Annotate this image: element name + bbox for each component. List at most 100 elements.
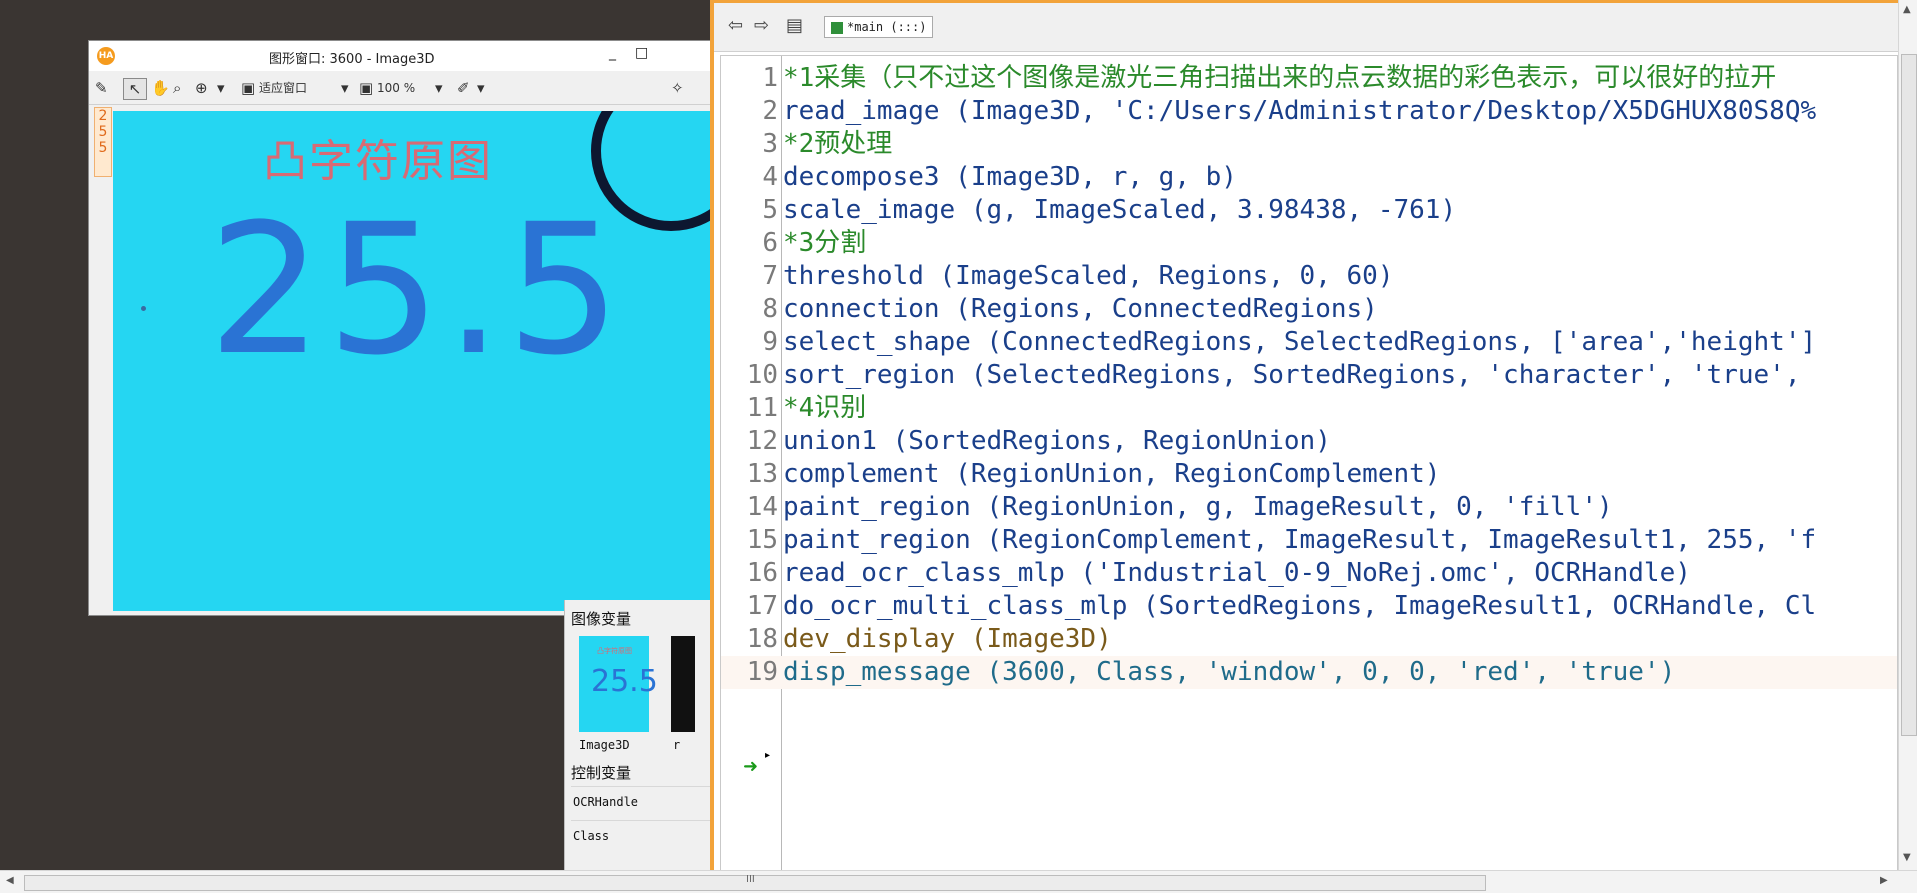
- canvas-digits: 25.5: [208, 186, 625, 395]
- vertical-scrollbar[interactable]: ▲ ▼: [1898, 0, 1917, 870]
- line-number: 2: [762, 96, 778, 126]
- horizontal-scroll-thumb[interactable]: [24, 875, 1486, 891]
- code-text: dev_display (Image3D): [783, 624, 1112, 654]
- minimize-button[interactable]: _: [609, 45, 616, 61]
- clipboard-icon[interactable]: ▤: [786, 15, 803, 36]
- control-var-row[interactable]: OCRHandle: [571, 786, 713, 817]
- maximize-button[interactable]: □: [635, 45, 648, 61]
- code-line[interactable]: 6 *3分割: [721, 227, 1897, 260]
- variables-panel: 图像变量 凸字符原图 25.5 Image3D r 控制变量 OCRHandle…: [564, 600, 713, 870]
- line-number: 7: [762, 261, 778, 291]
- image3d-thumbnail[interactable]: 凸字符原图 25.5: [579, 636, 658, 732]
- zoom-level-value[interactable]: 100 %: [377, 78, 415, 98]
- code-line[interactable]: 2 read_image (Image3D, 'C:/Users/Administ…: [721, 95, 1897, 128]
- code-text: scale_image (g, ImageScaled, 3.98438, -7…: [783, 195, 1457, 225]
- image-var-label: Image3D: [579, 738, 630, 752]
- code-text: sort_region (SelectedRegions, SortedRegi…: [783, 360, 1801, 390]
- code-line[interactable]: 7 threshold (ImageScaled, Regions, 0, 60): [721, 260, 1897, 293]
- fit-window-dropdown-icon[interactable]: ▾: [341, 78, 349, 98]
- tab-main[interactable]: *main (:::): [824, 16, 934, 38]
- code-line[interactable]: 4 decompose3 (Image3D, r, g, b): [721, 161, 1897, 194]
- line-number: 6: [762, 228, 778, 258]
- code-line-current[interactable]: 19 disp_message (3600, Class, 'window', 0…: [721, 656, 1897, 689]
- canvas-label: 凸字符原图: [263, 136, 493, 187]
- code-line[interactable]: 13 complement (RegionUnion, RegionComplem…: [721, 458, 1897, 491]
- code-line[interactable]: 18 dev_display (Image3D): [721, 623, 1897, 656]
- control-var-row[interactable]: Class: [571, 820, 713, 851]
- vertical-scroll-thumb[interactable]: [1901, 54, 1917, 736]
- pixel-value: 5: [98, 124, 108, 140]
- line-number: 11: [746, 393, 778, 423]
- line-number: 4: [762, 162, 778, 192]
- program-counter-arrow-icon: ➜: [743, 756, 759, 777]
- hand-pan-icon[interactable]: ✋: [151, 78, 170, 98]
- zoom-dropdown-icon[interactable]: ▾: [435, 78, 443, 98]
- code-text: *4识别: [783, 393, 867, 423]
- code-text: read_image (Image3D, 'C:/Users/Administr…: [783, 96, 1817, 126]
- zoom-icon[interactable]: ⌕: [173, 78, 181, 98]
- code-text: *2预处理: [783, 129, 893, 159]
- graphics-window[interactable]: HA 图形窗口: 3600 - Image3D _ □ ✎ ↖ ✋ ⌕ ⊕ ▾ …: [88, 40, 712, 616]
- fit-window-icon[interactable]: ▣: [241, 78, 255, 98]
- code-line[interactable]: 12 union1 (SortedRegions, RegionUnion): [721, 425, 1897, 458]
- insert-cursor-icon: ▸: [765, 750, 771, 761]
- scroll-down-arrow-icon[interactable]: ▼: [1903, 852, 1911, 863]
- code-line[interactable]: 17 do_ocr_multi_class_mlp (SortedRegions,…: [721, 590, 1897, 623]
- code-line[interactable]: 10 sort_region (SelectedRegions, SortedRe…: [721, 359, 1897, 392]
- line-number: 12: [746, 426, 778, 456]
- line-number: 5: [762, 195, 778, 225]
- code-line[interactable]: 15 paint_region (RegionComplement, ImageR…: [721, 524, 1897, 557]
- code-line[interactable]: 9 select_shape (ConnectedRegions, Selecte…: [721, 326, 1897, 359]
- code-text: complement (RegionUnion, RegionComplemen…: [783, 459, 1441, 489]
- code-line[interactable]: 8 connection (Regions, ConnectedRegions): [721, 293, 1897, 326]
- scroll-grip: III: [746, 874, 755, 885]
- graphics-window-toolbar: ✎ ↖ ✋ ⌕ ⊕ ▾ ▣ 适应窗口 ▾ ▣ 100 % ▾ ✐ ▾ ✧: [89, 72, 711, 105]
- code-line[interactable]: 3 *2预处理: [721, 128, 1897, 161]
- forward-arrow-icon[interactable]: ⇨: [754, 15, 769, 36]
- line-number: 10: [746, 360, 778, 390]
- line-number: 9: [762, 327, 778, 357]
- color-dropdown-icon[interactable]: ▾: [477, 78, 485, 98]
- pixel-value-gutter: 2 5 5: [94, 107, 112, 177]
- code-line[interactable]: 14 paint_region (RegionUnion, g, ImageRes…: [721, 491, 1897, 524]
- edit-icon[interactable]: ✎: [95, 78, 108, 98]
- editor-toolbar: ⇦ ⇨ ▤ *main (:::): [714, 3, 1900, 52]
- back-arrow-icon[interactable]: ⇦: [728, 15, 743, 36]
- speck: [141, 306, 146, 311]
- code-area[interactable]: 1 *1采集（只不过这个图像是激光三角扫描出来的点云数据的彩色表示，可以很好的拉开…: [720, 55, 1898, 872]
- thumbnail-digits: 25.5: [591, 664, 658, 699]
- code-text: read_ocr_class_mlp ('Industrial_0-9_NoRe…: [783, 558, 1691, 588]
- scroll-left-arrow-icon[interactable]: ◀: [6, 875, 14, 886]
- graphics-window-titlebar[interactable]: HA 图形窗口: 3600 - Image3D _ □: [89, 41, 711, 71]
- tab-main-label: *main (:::): [847, 20, 927, 34]
- pointer-icon[interactable]: ↖: [123, 78, 147, 100]
- code-line[interactable]: 11 *4识别: [721, 392, 1897, 425]
- thumbnail-label: 凸字符原图: [597, 647, 632, 655]
- code-text: paint_region (RegionUnion, g, ImageResul…: [783, 492, 1613, 522]
- code-line[interactable]: 5 scale_image (g, ImageScaled, 3.98438, -…: [721, 194, 1897, 227]
- chevron-down-icon[interactable]: ▾: [217, 78, 225, 98]
- color-brush-icon[interactable]: ✐: [457, 78, 470, 98]
- code-line[interactable]: 1 *1采集（只不过这个图像是激光三角扫描出来的点云数据的彩色表示，可以很好的拉开: [721, 62, 1897, 95]
- line-number: 14: [746, 492, 778, 522]
- image-var-label: r: [673, 738, 681, 752]
- scroll-up-arrow-icon[interactable]: ▲: [1903, 4, 1911, 15]
- zoom-level-icon[interactable]: ▣: [359, 78, 373, 98]
- tool-icon[interactable]: ✧: [671, 78, 684, 98]
- line-number: 19: [746, 657, 778, 687]
- image-canvas[interactable]: 凸字符原图 25.5: [113, 111, 711, 611]
- fit-window-button[interactable]: 适应窗口: [259, 78, 307, 98]
- line-number: 15: [746, 525, 778, 555]
- code-line[interactable]: 16 read_ocr_class_mlp ('Industrial_0-9_No…: [721, 557, 1897, 590]
- code-text: threshold (ImageScaled, Regions, 0, 60): [783, 261, 1394, 291]
- line-number: 16: [746, 558, 778, 588]
- r-thumbnail[interactable]: [671, 636, 695, 732]
- horizontal-scrollbar[interactable]: ◀ III ▶: [0, 870, 1917, 893]
- image-variables-header: 图像变量: [571, 610, 632, 628]
- program-editor: ⇦ ⇨ ▤ *main (:::) 1 *1采集（只不过这个图像是激光三角扫描出来…: [710, 0, 1900, 872]
- code-text: disp_message (3600, Class, 'window', 0, …: [783, 657, 1676, 687]
- zoom-plus-icon[interactable]: ⊕: [195, 78, 208, 98]
- scroll-right-arrow-icon[interactable]: ▶: [1880, 875, 1888, 886]
- line-number: 18: [746, 624, 778, 654]
- halcon-logo-icon: HA: [97, 47, 115, 65]
